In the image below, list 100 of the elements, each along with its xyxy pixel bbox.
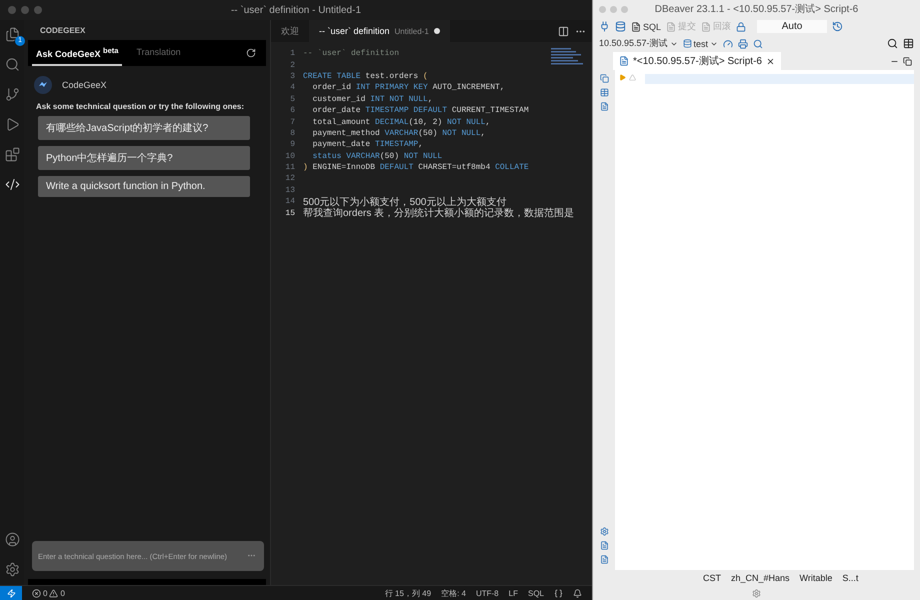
panel-title: CODEGEEX: [39, 24, 86, 36]
panel-tab[interactable]: Translation: [132, 40, 185, 66]
line-number: 9: [289, 140, 296, 150]
script-icon: [619, 56, 629, 66]
code-token: AUTO_INCREMENT,: [432, 83, 505, 92]
code-token: payment_date: [312, 140, 372, 150]
suggestion-button[interactable]: Write a quicksort function in Python.: [38, 176, 250, 197]
line-number: 7: [289, 118, 296, 127]
status-item: CST: [703, 573, 721, 583]
line-number: 15: [284, 208, 296, 218]
code-token: COLLATE: [495, 163, 529, 172]
warning-count[interactable]: 0: [60, 588, 65, 598]
status-item[interactable]: LF: [508, 588, 518, 598]
commit-mode-field[interactable]: Auto: [757, 20, 828, 33]
code-token: NOT NULL: [404, 152, 442, 161]
connection-dropdown[interactable]: 10.50.95.57-测试: [599, 37, 678, 50]
code-token: CURRENT_TIMESTAM: [450, 106, 529, 116]
code-token: VARCHAR: [384, 128, 418, 138]
line-number: 14: [284, 197, 296, 206]
code-token: INT PRIMARY KEY: [356, 83, 428, 92]
code-token: ,: [480, 128, 486, 138]
database-icon[interactable]: [615, 21, 626, 32]
status-item: Writable: [800, 573, 832, 583]
line-number: 12: [284, 174, 296, 184]
braces-icon[interactable]: [554, 588, 563, 598]
code-token: 帮我查询orders 表，分别统计大额小额的记录数，数据范围是: [303, 206, 574, 220]
code-token: 500元以下为小额支付，500元以上为大额支付: [303, 196, 506, 208]
line-number: 6: [289, 106, 296, 116]
code-token: ,: [428, 94, 433, 104]
status-item[interactable]: 空格: 4: [441, 588, 466, 598]
editor-tab[interactable]: -- `user` definition Untitled-1: [309, 20, 450, 42]
line-number: 11: [284, 163, 296, 172]
document-icon: [631, 22, 641, 32]
code-token: payment_method: [312, 128, 381, 138]
code-token: CHARSET=utf8mb4: [417, 163, 492, 172]
line-number: 5: [289, 94, 296, 104]
code-token: ,: [418, 140, 424, 150]
code-token: TIMESTAMP: [375, 140, 418, 150]
file-icon[interactable]: [600, 102, 608, 111]
code-token: DEFAULT: [380, 163, 414, 172]
code-token: status VARCHAR: [312, 152, 380, 161]
search-icon[interactable]: [887, 38, 898, 49]
gear-icon[interactable]: [752, 588, 761, 598]
toolbar-button[interactable]: SQL: [631, 22, 662, 32]
close-icon[interactable]: [766, 56, 775, 66]
copy-icon[interactable]: [600, 74, 608, 83]
lightning-icon: [6, 588, 16, 598]
code-token: test.orders: [364, 72, 420, 81]
bot-avatar-icon: [34, 76, 52, 94]
notification-icon[interactable]: [573, 588, 582, 598]
code-token: INT NOT NULL: [370, 94, 428, 104]
suggestion-button[interactable]: 有哪些给JavaScript的初学者的建议?: [38, 116, 250, 140]
window-title: -- `user` definition - Untitled-1: [230, 4, 362, 16]
line-number: 8: [289, 128, 296, 138]
bot-name: CodeGeeX: [62, 80, 107, 90]
document-icon: [666, 22, 676, 32]
lock-icon[interactable]: [736, 22, 746, 32]
status-item[interactable]: UTF-8: [476, 588, 499, 598]
database-icon: [682, 39, 692, 48]
file-icon[interactable]: [600, 555, 608, 564]
code-token: order_id: [312, 83, 352, 92]
code-comment: -- `user` definition: [303, 49, 400, 58]
line-number: 13: [284, 186, 296, 195]
code-token: CREATE TABLE: [303, 72, 361, 81]
code-token: ,: [485, 118, 490, 127]
line-number: 10: [284, 152, 296, 161]
remote-button[interactable]: [0, 586, 22, 600]
status-item[interactable]: 行 15，列 49: [384, 588, 432, 598]
plug-icon[interactable]: [599, 21, 610, 32]
code-token: TIMESTAMP DEFAULT: [365, 106, 448, 116]
panel-tab[interactable]: Ask CodeGeeX $^{beta}$: [32, 40, 122, 66]
history-icon[interactable]: [832, 21, 844, 32]
code-token: (50): [418, 128, 438, 138]
script-tab[interactable]: *<10.50.95.57-测试> Script-6: [613, 52, 781, 70]
code-token: DECIMAL: [375, 118, 409, 127]
error-icon: [32, 588, 41, 598]
printer-icon[interactable]: [738, 38, 748, 48]
error-count[interactable]: 0: [43, 588, 48, 598]
code-token: NOT NULL: [447, 118, 486, 127]
table-icon[interactable]: [903, 38, 914, 49]
restore-icon[interactable]: [903, 56, 912, 66]
file-icon[interactable]: [600, 541, 608, 550]
status-item[interactable]: SQL: [528, 588, 544, 598]
line-number: 2: [289, 60, 296, 70]
gauge-icon[interactable]: [723, 38, 734, 48]
code-token: customer_id: [312, 94, 366, 104]
warning-icon: [49, 588, 58, 598]
settings-icon[interactable]: [600, 527, 608, 536]
code-token: total_amount: [312, 118, 372, 127]
warning-icon: [629, 74, 636, 81]
code-token: (50): [380, 152, 400, 161]
schema-dropdown[interactable]: test: [682, 38, 718, 48]
status-item: S...t: [842, 573, 858, 583]
suggestion-button[interactable]: Python中怎样遍历一个字典?: [38, 146, 250, 170]
code-token: ): [303, 163, 308, 172]
line-number: 4: [289, 83, 296, 92]
document-icon: [701, 22, 712, 32]
line-number: 1: [289, 49, 296, 58]
window-title: DBeaver 23.1.1 - <10.50.95.57-测试> Script-6: [654, 2, 860, 16]
line-number: 3: [289, 72, 296, 81]
